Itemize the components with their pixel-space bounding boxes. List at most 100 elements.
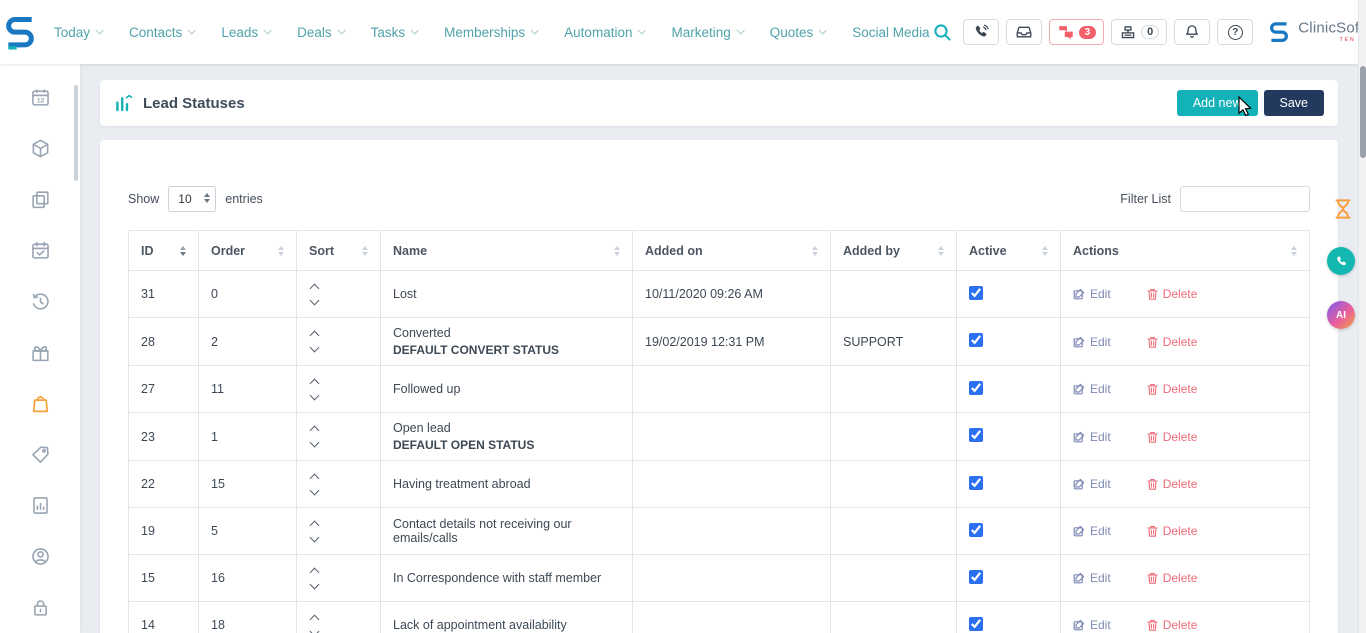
delete-link[interactable]: Delete (1147, 477, 1198, 491)
delete-link[interactable]: Delete (1147, 524, 1198, 538)
phone-button[interactable] (963, 19, 999, 45)
nav-item-today[interactable]: Today (54, 25, 102, 40)
chevron-down-icon (411, 26, 419, 34)
copy-icon[interactable] (29, 188, 51, 210)
active-checkbox[interactable] (969, 476, 983, 490)
package-icon[interactable] (29, 137, 51, 159)
move-up-button[interactable] (310, 473, 320, 483)
page-size-select[interactable]: 10 (168, 186, 216, 212)
col-header-order[interactable]: Order (199, 231, 297, 271)
active-checkbox[interactable] (969, 286, 983, 300)
brand-logo[interactable]: ClinicSoftware.com TEN STEPS AHEAD (1266, 19, 1366, 45)
move-up-button[interactable] (310, 378, 320, 388)
edit-link[interactable]: Edit (1073, 618, 1111, 632)
delete-link[interactable]: Delete (1147, 335, 1198, 349)
app-logo[interactable] (0, 12, 40, 52)
nav-item-quotes[interactable]: Quotes (770, 25, 826, 40)
edit-link[interactable]: Edit (1073, 477, 1111, 491)
tag-icon[interactable] (29, 443, 51, 465)
till-button[interactable]: 0 (1111, 19, 1167, 45)
nav-item-social-media[interactable]: Social Media (852, 25, 929, 40)
sidebar-scrollbar[interactable] (74, 85, 78, 181)
move-down-button[interactable] (310, 438, 320, 448)
filter-input[interactable] (1180, 186, 1310, 212)
active-checkbox[interactable] (969, 381, 983, 395)
help-button[interactable]: ? (1217, 19, 1253, 45)
nav-item-memberships[interactable]: Memberships (444, 25, 537, 40)
page-scrollbar[interactable] (1358, 0, 1366, 633)
move-down-button[interactable] (310, 295, 320, 305)
nav-item-automation[interactable]: Automation (564, 25, 644, 40)
move-down-button[interactable] (310, 626, 320, 633)
clinicsoftware-logo-icon (0, 12, 40, 52)
edit-link[interactable]: Edit (1073, 571, 1111, 585)
entries-label: entries (225, 192, 263, 206)
move-up-button[interactable] (310, 283, 320, 293)
col-header-sort[interactable]: Sort (297, 231, 381, 271)
edit-link[interactable]: Edit (1073, 335, 1111, 349)
call-widget[interactable] (1327, 247, 1355, 275)
col-header-added-on[interactable]: Added on (633, 231, 831, 271)
scrollbar-thumb[interactable] (1360, 66, 1366, 158)
nav-item-tasks[interactable]: Tasks (371, 25, 418, 40)
move-up-button[interactable] (310, 426, 320, 436)
move-down-button[interactable] (310, 343, 320, 353)
chat-icon (1057, 23, 1075, 41)
edit-link[interactable]: Edit (1073, 382, 1111, 396)
cell-name: Contact details not receiving our emails… (381, 508, 633, 555)
calendar-check-icon[interactable] (29, 239, 51, 261)
sort-icon (938, 246, 944, 256)
edit-link[interactable]: Edit (1073, 524, 1111, 538)
lock-icon[interactable] (29, 596, 51, 618)
move-up-button[interactable] (310, 331, 320, 341)
edit-link[interactable]: Edit (1073, 287, 1111, 301)
ai-widget[interactable]: AI (1327, 301, 1355, 329)
delete-link[interactable]: Delete (1147, 430, 1198, 444)
col-header-id[interactable]: ID (129, 231, 199, 271)
notifications-button[interactable] (1174, 19, 1210, 45)
nav-item-contacts[interactable]: Contacts (129, 25, 194, 40)
calendar-icon[interactable]: 12 (29, 86, 51, 108)
delete-link[interactable]: Delete (1147, 618, 1198, 632)
move-up-button[interactable] (310, 614, 320, 624)
nav-item-deals[interactable]: Deals (297, 25, 344, 40)
active-checkbox[interactable] (969, 617, 983, 631)
edit-icon (1073, 525, 1085, 537)
col-header-name[interactable]: Name (381, 231, 633, 271)
cell-actions: Edit Delete (1061, 366, 1310, 413)
delete-link[interactable]: Delete (1147, 287, 1198, 301)
delete-link[interactable]: Delete (1147, 571, 1198, 585)
move-down-button[interactable] (310, 390, 320, 400)
active-checkbox[interactable] (969, 333, 983, 347)
col-header-actions[interactable]: Actions (1061, 231, 1310, 271)
active-checkbox[interactable] (969, 428, 983, 442)
search-button[interactable] (930, 19, 956, 45)
inbox-button[interactable] (1006, 19, 1042, 45)
move-down-button[interactable] (310, 485, 320, 495)
report-icon[interactable] (29, 494, 51, 516)
edit-icon (1073, 478, 1085, 490)
cell-active (957, 271, 1061, 318)
col-header-added-by[interactable]: Added by (831, 231, 957, 271)
save-button[interactable]: Save (1264, 90, 1325, 116)
delete-link[interactable]: Delete (1147, 382, 1198, 396)
chat-button[interactable]: 3 (1049, 19, 1105, 45)
gift-icon[interactable] (29, 341, 51, 363)
move-down-button[interactable] (310, 532, 320, 542)
add-new-button[interactable]: Add new (1177, 90, 1258, 116)
nav-item-leads[interactable]: Leads (221, 25, 270, 40)
active-checkbox[interactable] (969, 523, 983, 537)
table-body: 31 0 Lost 10/11/2020 09:26 AM Edit (129, 271, 1310, 633)
history-icon[interactable] (29, 290, 51, 312)
edit-link[interactable]: Edit (1073, 430, 1111, 444)
active-checkbox[interactable] (969, 570, 983, 584)
move-up-button[interactable] (310, 567, 320, 577)
cell-name: Having treatment abroad (381, 461, 633, 508)
move-up-button[interactable] (310, 520, 320, 530)
move-down-button[interactable] (310, 579, 320, 589)
col-header-active[interactable]: Active (957, 231, 1061, 271)
hourglass-widget[interactable] (1331, 197, 1355, 221)
user-circle-icon[interactable] (29, 545, 51, 567)
nav-item-marketing[interactable]: Marketing (671, 25, 742, 40)
shopping-bag-icon[interactable] (29, 392, 51, 414)
